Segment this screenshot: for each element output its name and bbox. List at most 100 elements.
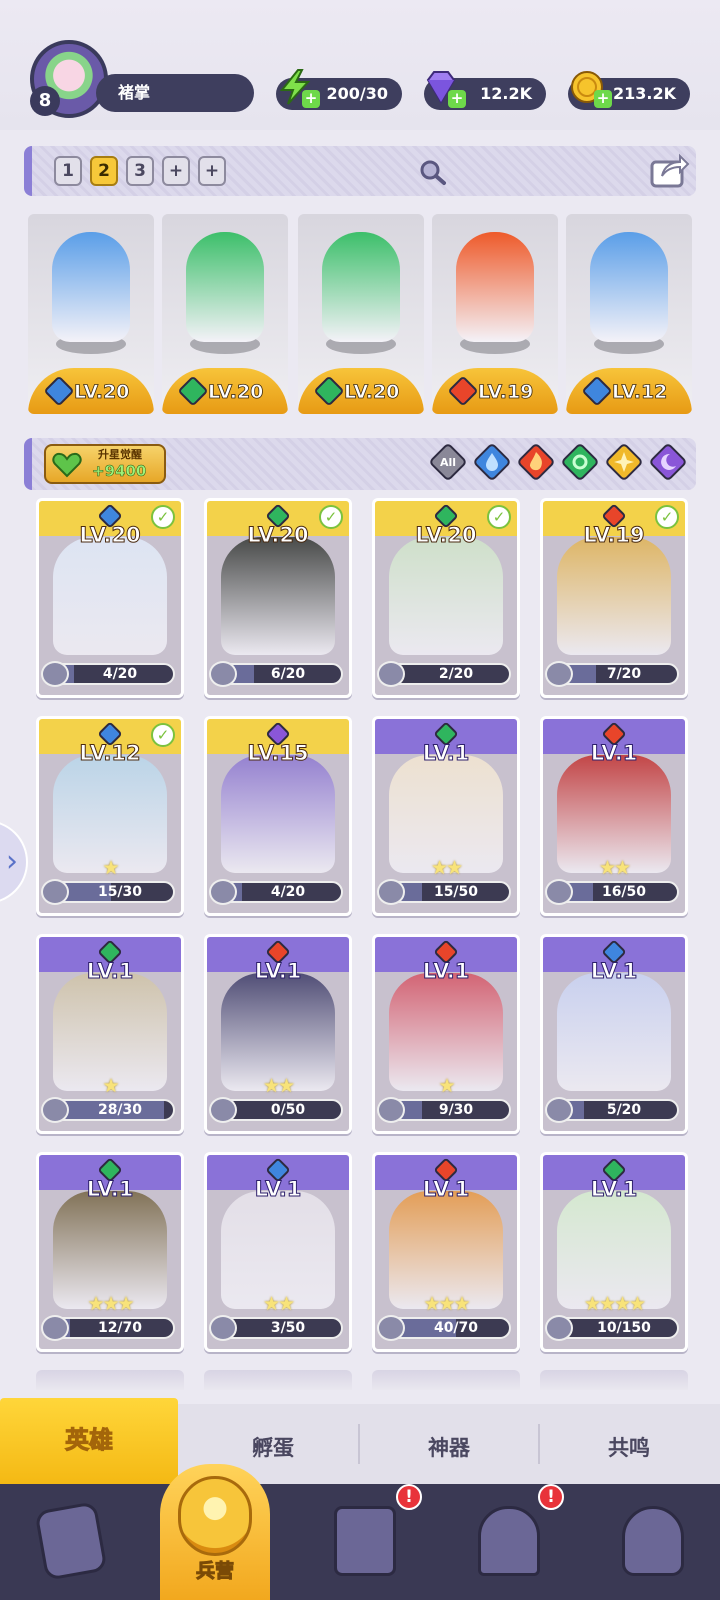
player-level-badge: 8	[30, 86, 60, 116]
gems-value: 12.2K	[480, 84, 532, 103]
hero-card[interactable]: LV.12 ✓ ★ 15/30	[36, 716, 184, 916]
team-tab-add-1[interactable]: +	[162, 156, 190, 186]
hero-card[interactable]: LV.1 ★ 28/30	[36, 934, 184, 1134]
shard-icon	[41, 1315, 69, 1341]
nav-guild[interactable]	[604, 1500, 700, 1586]
hero-portrait	[53, 973, 167, 1091]
mushroom-icon	[622, 1506, 684, 1576]
add-gems-button[interactable]: +	[448, 90, 466, 108]
hero-card[interactable]: LV.19 ✓ 7/20	[540, 498, 688, 698]
hero-card-partial[interactable]	[36, 1370, 184, 1390]
add-coins-button[interactable]: +	[594, 90, 612, 108]
hero-stars: ★★	[598, 857, 631, 879]
hero-card-partial[interactable]	[540, 1370, 688, 1390]
hero-stars: ★★	[430, 857, 463, 879]
hero-card[interactable]: LV.20 ✓ 4/20	[36, 498, 184, 698]
hero-level: LV.1	[590, 1177, 638, 1202]
share-icon[interactable]	[648, 150, 690, 190]
add-energy-button[interactable]: +	[302, 90, 320, 108]
hero-card[interactable]: LV.1 ★★★★ 10/150	[540, 1152, 688, 1352]
nav-temple[interactable]	[460, 1500, 556, 1586]
hero-card[interactable]: LV.1 ★★ 3/50	[204, 1152, 352, 1352]
hero-portrait	[53, 1191, 167, 1309]
hero-stars: ★★★★	[583, 1293, 646, 1315]
hero-portrait	[221, 755, 335, 873]
hero-figure	[590, 232, 668, 342]
shard-icon	[209, 879, 237, 905]
hero-portrait	[557, 755, 671, 873]
barracks-icon	[178, 1476, 252, 1556]
filter-light-icon[interactable]	[606, 444, 642, 480]
hero-portrait	[389, 755, 503, 873]
coins-value: 213.2K	[612, 84, 676, 103]
filter-dark-icon[interactable]	[650, 444, 686, 480]
deployed-hero-card[interactable]: LV.20	[298, 214, 424, 414]
deployed-hero-card[interactable]: LV.20	[162, 214, 288, 414]
deployed-hero-card[interactable]: LV.12	[566, 214, 692, 414]
search-icon[interactable]	[418, 158, 448, 186]
checkmark-icon: ✓	[655, 505, 679, 529]
hero-figure	[186, 232, 264, 342]
nav-map[interactable]	[316, 1500, 412, 1586]
hero-level: LV.1	[86, 959, 134, 984]
hero-stars: ★	[102, 1075, 119, 1097]
shard-icon	[377, 879, 405, 905]
filter-all-button[interactable]: All	[430, 444, 466, 480]
hero-card[interactable]: LV.1 ★ 9/30	[372, 934, 520, 1134]
checkmark-icon: ✓	[319, 505, 343, 529]
shard-icon	[545, 879, 573, 905]
shard-icon	[209, 661, 237, 687]
nav-cards[interactable]	[22, 1500, 118, 1586]
hero-figure	[52, 232, 130, 342]
filter-water-icon[interactable]	[474, 444, 510, 480]
hero-level: LV.15	[247, 741, 309, 766]
side-expand-button[interactable]: ›	[0, 820, 28, 904]
hero-portrait	[389, 1191, 503, 1309]
hero-portrait	[221, 1191, 335, 1309]
hero-portrait	[221, 973, 335, 1091]
tab-artifacts[interactable]: 神器	[360, 1420, 538, 1476]
hero-card[interactable]: LV.1 5/20	[540, 934, 688, 1134]
hero-card-partial[interactable]	[204, 1370, 352, 1390]
hero-portrait	[53, 537, 167, 655]
filter-nature-icon[interactable]	[562, 444, 598, 480]
tab-heroes[interactable]: 英雄	[0, 1398, 178, 1484]
team-tab-1[interactable]: 1	[54, 156, 82, 186]
player-name[interactable]: 褚掌	[96, 74, 254, 112]
hero-level: LV.1	[254, 1177, 302, 1202]
hero-card[interactable]: LV.1 ★★★ 12/70	[36, 1152, 184, 1352]
hero-card[interactable]: LV.1 ★★ 15/50	[372, 716, 520, 916]
hero-card[interactable]: LV.20 ✓ 6/20	[204, 498, 352, 698]
shard-icon	[377, 1315, 405, 1341]
hero-card[interactable]: LV.15 4/20	[204, 716, 352, 916]
hero-portrait	[389, 973, 503, 1091]
chevron-right-icon: ›	[6, 844, 18, 879]
team-tab-add-2[interactable]: +	[198, 156, 226, 186]
hero-figure	[456, 232, 534, 342]
hero-card[interactable]: LV.1 ★★ 16/50	[540, 716, 688, 916]
hero-level: LV.1	[422, 959, 470, 984]
hero-portrait	[389, 537, 503, 655]
hero-card[interactable]: LV.20 ✓ 2/20	[372, 498, 520, 698]
heart-icon	[52, 452, 82, 478]
hero-stars: ★★★	[423, 1293, 470, 1315]
filter-all-label: All	[440, 456, 456, 469]
hero-portrait	[221, 537, 335, 655]
hero-card[interactable]: LV.1 ★★★ 40/70	[372, 1152, 520, 1352]
hero-stars: ★★	[262, 1075, 295, 1097]
shard-icon	[41, 879, 69, 905]
hero-portrait	[53, 755, 167, 873]
hero-card[interactable]: LV.1 ★★ 0/50	[204, 934, 352, 1134]
tab-resonance[interactable]: 共鸣	[540, 1420, 718, 1476]
deployed-hero-card[interactable]: LV.20	[28, 214, 154, 414]
map-icon	[334, 1506, 396, 1576]
awaken-title: 升星觉醒	[98, 448, 142, 461]
deployed-hero-card[interactable]: LV.19	[432, 214, 558, 414]
shard-icon	[209, 1315, 237, 1341]
team-tab-2[interactable]: 2	[90, 156, 118, 186]
shard-icon	[41, 1097, 69, 1123]
team-tab-3[interactable]: 3	[126, 156, 154, 186]
filter-fire-icon[interactable]	[518, 444, 554, 480]
hero-card-partial[interactable]	[372, 1370, 520, 1390]
hero-stars: ★★★	[87, 1293, 134, 1315]
